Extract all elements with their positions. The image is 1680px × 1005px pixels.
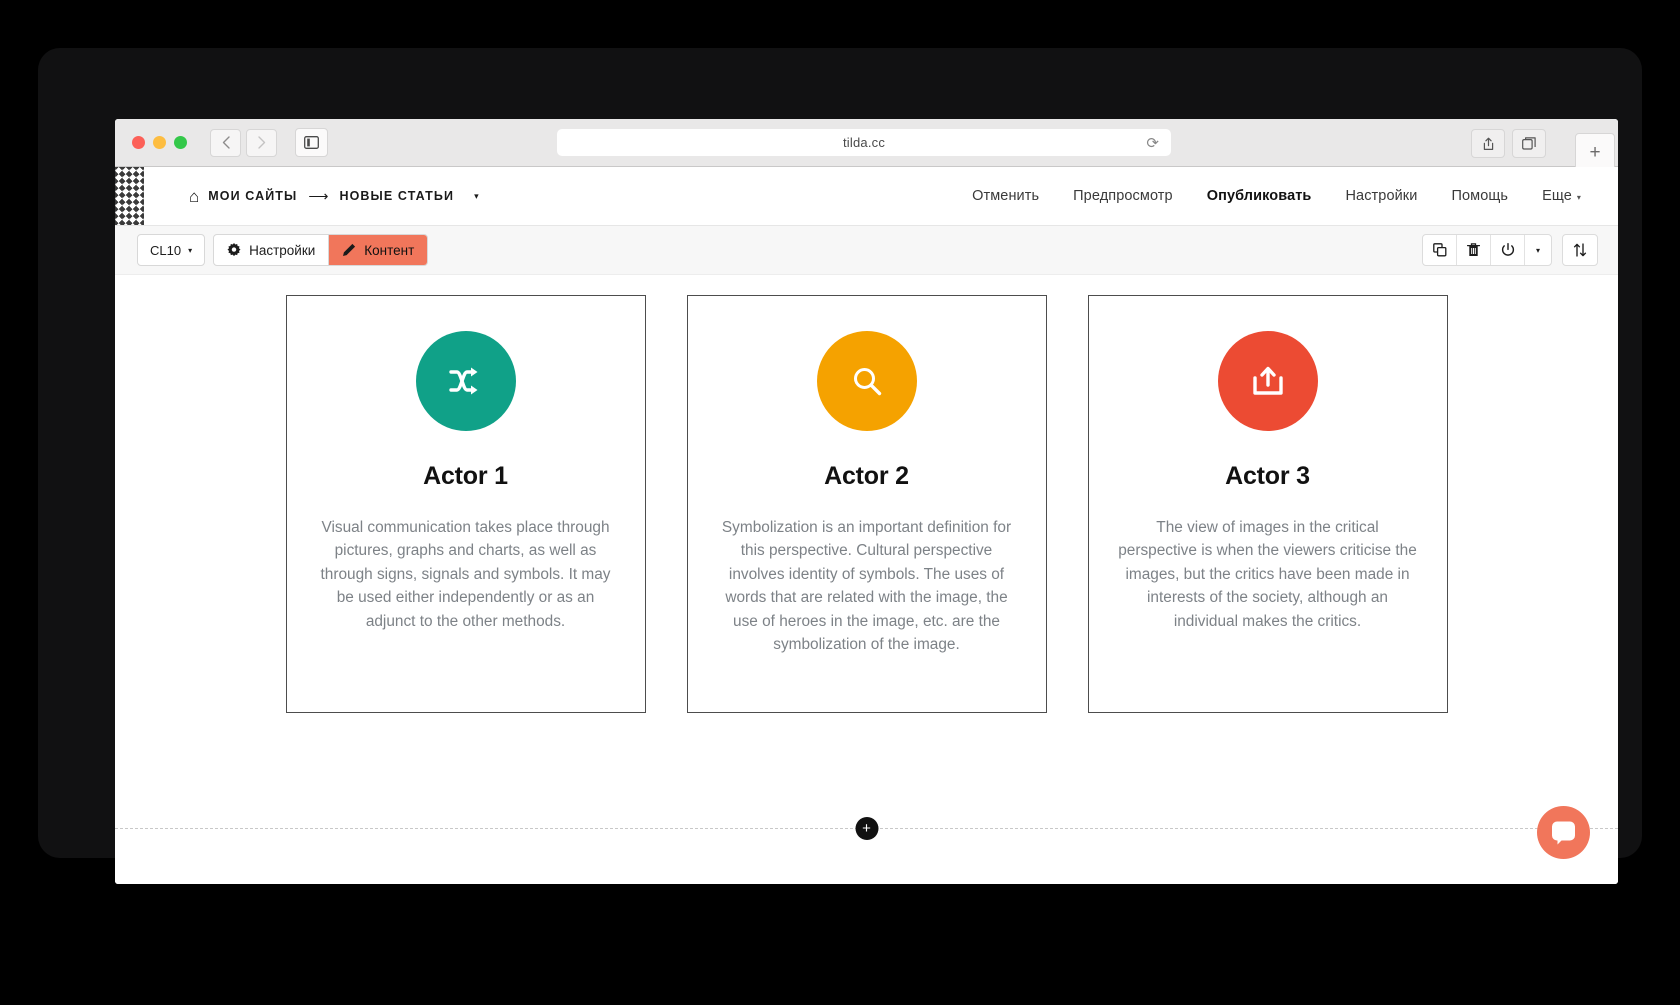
header-menu: Отменить Предпросмотр Опубликовать Настр… [955,188,1598,204]
browser-window: tilda.cc ⟳ + ⌂ МОИ САЙТЫ ⟶ НОВЫЕ СТАТЬИ … [115,119,1618,884]
card-2-title: Actor 2 [824,462,909,490]
chat-bubble-icon [1552,821,1575,845]
chevron-down-icon: ▾ [1535,245,1540,255]
reload-icon[interactable]: ⟳ [1146,134,1159,152]
tab-settings-label: Настройки [249,242,316,258]
toolbar-left-group: CL10 ▾ Настройки Контент [137,234,429,266]
browser-chrome: tilda.cc ⟳ + [115,119,1618,173]
app-header: ⌂ МОИ САЙТЫ ⟶ НОВЫЕ СТАТЬИ ▾ Отменить Пр… [115,167,1618,226]
share-button[interactable] [1471,129,1505,158]
card-3-title: Actor 3 [1225,462,1310,490]
url-text: tilda.cc [842,135,886,150]
menu-item-more-label: Еще [1542,188,1572,204]
address-bar[interactable]: tilda.cc ⟳ [557,129,1171,156]
block-id-label: CL10 [150,242,182,258]
menu-item-help[interactable]: Помощь [1434,188,1525,204]
toggle-block-visibility-button[interactable] [1491,235,1525,265]
card-2-text: Symbolization is an important definition… [721,519,1012,654]
share-icon [1483,137,1493,150]
menu-item-more[interactable]: Еще ▾ [1525,188,1598,204]
breadcrumb: ⌂ МОИ САЙТЫ ⟶ НОВЫЕ СТАТЬИ ▾ [189,188,479,205]
support-chat-button[interactable] [1537,806,1590,859]
chevron-down-icon: ▾ [188,245,193,255]
back-button[interactable] [210,128,241,157]
breadcrumb-page[interactable]: НОВЫЕ СТАТЬИ [339,189,454,203]
card-3-text: The view of images in the critical persp… [1118,519,1417,630]
browser-nav-buttons [210,128,277,157]
reorder-blocks-group [1562,234,1598,266]
gear-icon [227,243,241,257]
menu-item-publish[interactable]: Опубликовать [1190,188,1329,204]
three-column-block: Actor 1 Visual communication takes place… [115,295,1618,713]
new-tab-label: + [1589,142,1601,163]
page-canvas: Actor 1 Visual communication takes place… [115,275,1618,884]
forward-button[interactable] [246,128,277,157]
minimize-window-button[interactable] [153,136,166,149]
block-more-dropdown[interactable]: ▾ [1525,235,1551,265]
menu-item-settings[interactable]: Настройки [1328,188,1434,204]
add-block-button[interactable]: + [855,817,878,840]
shuffle-icon [448,367,477,395]
block-edit-toolbar: CL10 ▾ Настройки Контент ▾ [115,226,1618,296]
delete-block-button[interactable] [1457,235,1491,265]
duplicate-block-button[interactable] [1423,235,1457,265]
tab-content-label: Контент [364,242,415,258]
card-1-text: Visual communication takes place through… [320,519,611,630]
browser-right-buttons [1471,129,1546,158]
menu-item-undo[interactable]: Отменить [955,188,1056,204]
tab-content[interactable]: Контент [329,235,428,265]
breadcrumb-arrow-icon: ⟶ [308,187,329,204]
trash-icon [1467,243,1480,256]
sidebar-toggle-icon [304,136,319,149]
card-1-icon-circle [415,331,516,431]
card-2-icon-circle [816,331,917,431]
card-actor-3[interactable]: Actor 3 The view of images in the critic… [1087,295,1448,713]
power-icon [1501,243,1514,256]
close-window-button[interactable] [132,136,145,149]
search-icon [853,368,881,396]
tab-settings[interactable]: Настройки [214,235,328,265]
copy-icon [1432,243,1446,257]
maximize-window-button[interactable] [174,136,187,149]
block-actions-group: ▾ [1422,234,1552,266]
card-actor-1[interactable]: Actor 1 Visual communication takes place… [285,295,646,713]
traffic-lights [132,136,187,149]
breadcrumb-site[interactable]: МОИ САЙТЫ [208,189,297,203]
home-icon[interactable]: ⌂ [189,188,199,205]
chevron-left-icon [222,136,230,149]
tab-overview-icon [1522,137,1536,150]
breadcrumb-caret-icon[interactable]: ▾ [474,191,479,202]
card-actor-2[interactable]: Actor 2 Symbolization is an important de… [686,295,1047,713]
sort-icon [1573,243,1587,257]
block-id-dropdown[interactable]: CL10 ▾ [137,234,206,266]
screenshot-root: tilda.cc ⟳ + ⌂ МОИ САЙТЫ ⟶ НОВЫЕ СТАТЬИ … [0,0,1680,1005]
chevron-right-icon [257,136,265,149]
tab-overview-button[interactable] [1512,129,1546,158]
zigzag-decoration [115,167,144,225]
card-1-title: Actor 1 [423,462,508,490]
pencil-icon [343,243,356,256]
card-3-icon-circle [1217,331,1318,431]
add-block-label: + [862,820,871,837]
laptop-body: tilda.cc ⟳ + ⌂ МОИ САЙТЫ ⟶ НОВЫЕ СТАТЬИ … [38,48,1642,884]
toolbar-right-group: ▾ [1422,234,1598,266]
reorder-blocks-button[interactable] [1563,235,1597,265]
menu-item-preview[interactable]: Предпросмотр [1056,188,1190,204]
chevron-down-icon: ▾ [1576,193,1581,202]
share-export-icon [1252,366,1283,395]
sidebar-toggle-button[interactable] [295,128,328,157]
settings-content-toggle: Настройки Контент [213,234,429,266]
